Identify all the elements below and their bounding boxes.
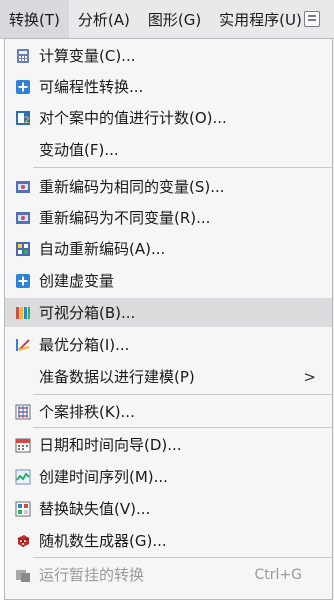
menu-item-label: 可视分箱(B)... bbox=[39, 304, 136, 322]
menu-item-date-time-wizard[interactable]: 日期和时间向导(D)... bbox=[5, 430, 332, 459]
menu-analyze[interactable]: 分析(A) bbox=[69, 0, 139, 38]
menu-item-label: 重新编码为不同变量(R)... bbox=[39, 209, 211, 227]
menu-item-run-pending-transforms: 运行暂挂的转换 Ctrl+G bbox=[5, 560, 332, 589]
plus-icon bbox=[15, 79, 31, 95]
menu-item-label: 对个案中的值进行计数(O)... bbox=[39, 109, 227, 127]
menu-item-recode-same[interactable]: 重新编码为相同的变量(S)... bbox=[5, 172, 332, 201]
pending-transform-icon bbox=[15, 567, 31, 583]
menu-item-random-number-generators[interactable]: 随机数生成器(G)... bbox=[5, 526, 332, 555]
optimal-binning-icon bbox=[15, 337, 31, 353]
menu-item-label: 重新编码为相同的变量(S)... bbox=[39, 178, 225, 196]
menu-item-compute-variable[interactable]: 计算变量(C)... bbox=[5, 41, 332, 70]
menu-item-count-values[interactable]: 2 对个案中的值进行计数(O)... bbox=[5, 103, 332, 132]
menu-item-visual-binning[interactable]: 可视分箱(B)... bbox=[5, 298, 332, 327]
menu-item-label: 运行暂挂的转换 bbox=[39, 566, 145, 584]
menu-item-label: 随机数生成器(G)... bbox=[39, 532, 167, 550]
menu-item-label: 自动重新编码(A)... bbox=[39, 240, 166, 258]
submenu-arrow-icon: > bbox=[303, 367, 316, 386]
menu-item-rank-cases[interactable]: 个案排秩(K)... bbox=[5, 397, 332, 426]
count-icon: 2 bbox=[15, 110, 31, 126]
dice-icon bbox=[15, 533, 31, 549]
menu-item-auto-recode[interactable]: 自动重新编码(A)... bbox=[5, 234, 332, 263]
rank-cases-icon bbox=[15, 404, 31, 420]
menu-item-replace-missing-values[interactable]: 替换缺失值(V)... bbox=[5, 494, 332, 523]
menu-graphs-label: 图形(G) bbox=[147, 10, 202, 29]
menu-graphs[interactable]: 图形(G) bbox=[139, 0, 210, 38]
menu-bar: 转换(T) 分析(A) 图形(G) 实用程序(U) bbox=[0, 0, 334, 39]
menu-item-label: 创建时间序列(M)... bbox=[39, 468, 168, 486]
menu-item-create-dummy-variables[interactable]: 创建虚变量 bbox=[5, 266, 332, 295]
menu-item-programmability-transform[interactable]: 可编程性转换... bbox=[5, 72, 332, 101]
menu-item-label: 计算变量(C)... bbox=[39, 47, 136, 65]
menu-item-label: 变动值(F)... bbox=[39, 141, 119, 159]
menu-analyze-label: 分析(A) bbox=[77, 10, 130, 29]
menu-item-prepare-data-for-modeling[interactable]: 准备数据以进行建模(P) > bbox=[5, 362, 332, 391]
menu-item-label: 最优分箱(I)... bbox=[39, 336, 130, 354]
recode-different-icon bbox=[15, 210, 31, 226]
visual-binning-icon bbox=[15, 305, 31, 321]
auto-recode-icon bbox=[15, 241, 31, 257]
menu-separator bbox=[33, 167, 332, 168]
menu-utilities-label: 实用程序(U) bbox=[219, 10, 302, 29]
menu-item-optimal-binning[interactable]: 最优分箱(I)... bbox=[5, 330, 332, 359]
plus-icon bbox=[15, 273, 31, 289]
menu-item-create-time-series[interactable]: 创建时间序列(M)... bbox=[5, 462, 332, 491]
menu-separator bbox=[33, 427, 332, 428]
menu-item-label: 个案排秩(K)... bbox=[39, 403, 135, 421]
menu-item-recode-different[interactable]: 重新编码为不同变量(R)... bbox=[5, 203, 332, 232]
menu-transform-label: 转换(T) bbox=[9, 10, 60, 29]
svg-text:2: 2 bbox=[24, 116, 30, 126]
missing-values-icon bbox=[15, 501, 31, 517]
recode-same-icon bbox=[15, 179, 31, 195]
calendar-icon bbox=[15, 437, 31, 453]
menu-separator bbox=[33, 557, 332, 558]
menu-item-label: 创建虚变量 bbox=[39, 272, 115, 290]
menu-item-shift-values[interactable]: 变动值(F)... bbox=[5, 135, 332, 164]
menu-utilities[interactable]: 实用程序(U) bbox=[210, 0, 329, 38]
shortcut-label: Ctrl+G bbox=[254, 566, 303, 583]
time-series-icon bbox=[15, 469, 31, 485]
menu-item-label: 可编程性转换... bbox=[39, 78, 144, 96]
menu-item-label: 准备数据以进行建模(P) bbox=[39, 368, 195, 386]
utilities-icon bbox=[303, 11, 320, 27]
calculator-icon bbox=[15, 48, 31, 64]
menu-item-label: 日期和时间向导(D)... bbox=[39, 436, 182, 454]
menu-item-label: 替换缺失值(V)... bbox=[39, 500, 151, 518]
transform-dropdown-menu: 计算变量(C)... 可编程性转换... 2 对个案中的值进行计数(O)... … bbox=[4, 38, 333, 600]
menu-separator bbox=[33, 394, 332, 395]
menu-transform[interactable]: 转换(T) bbox=[0, 0, 69, 38]
